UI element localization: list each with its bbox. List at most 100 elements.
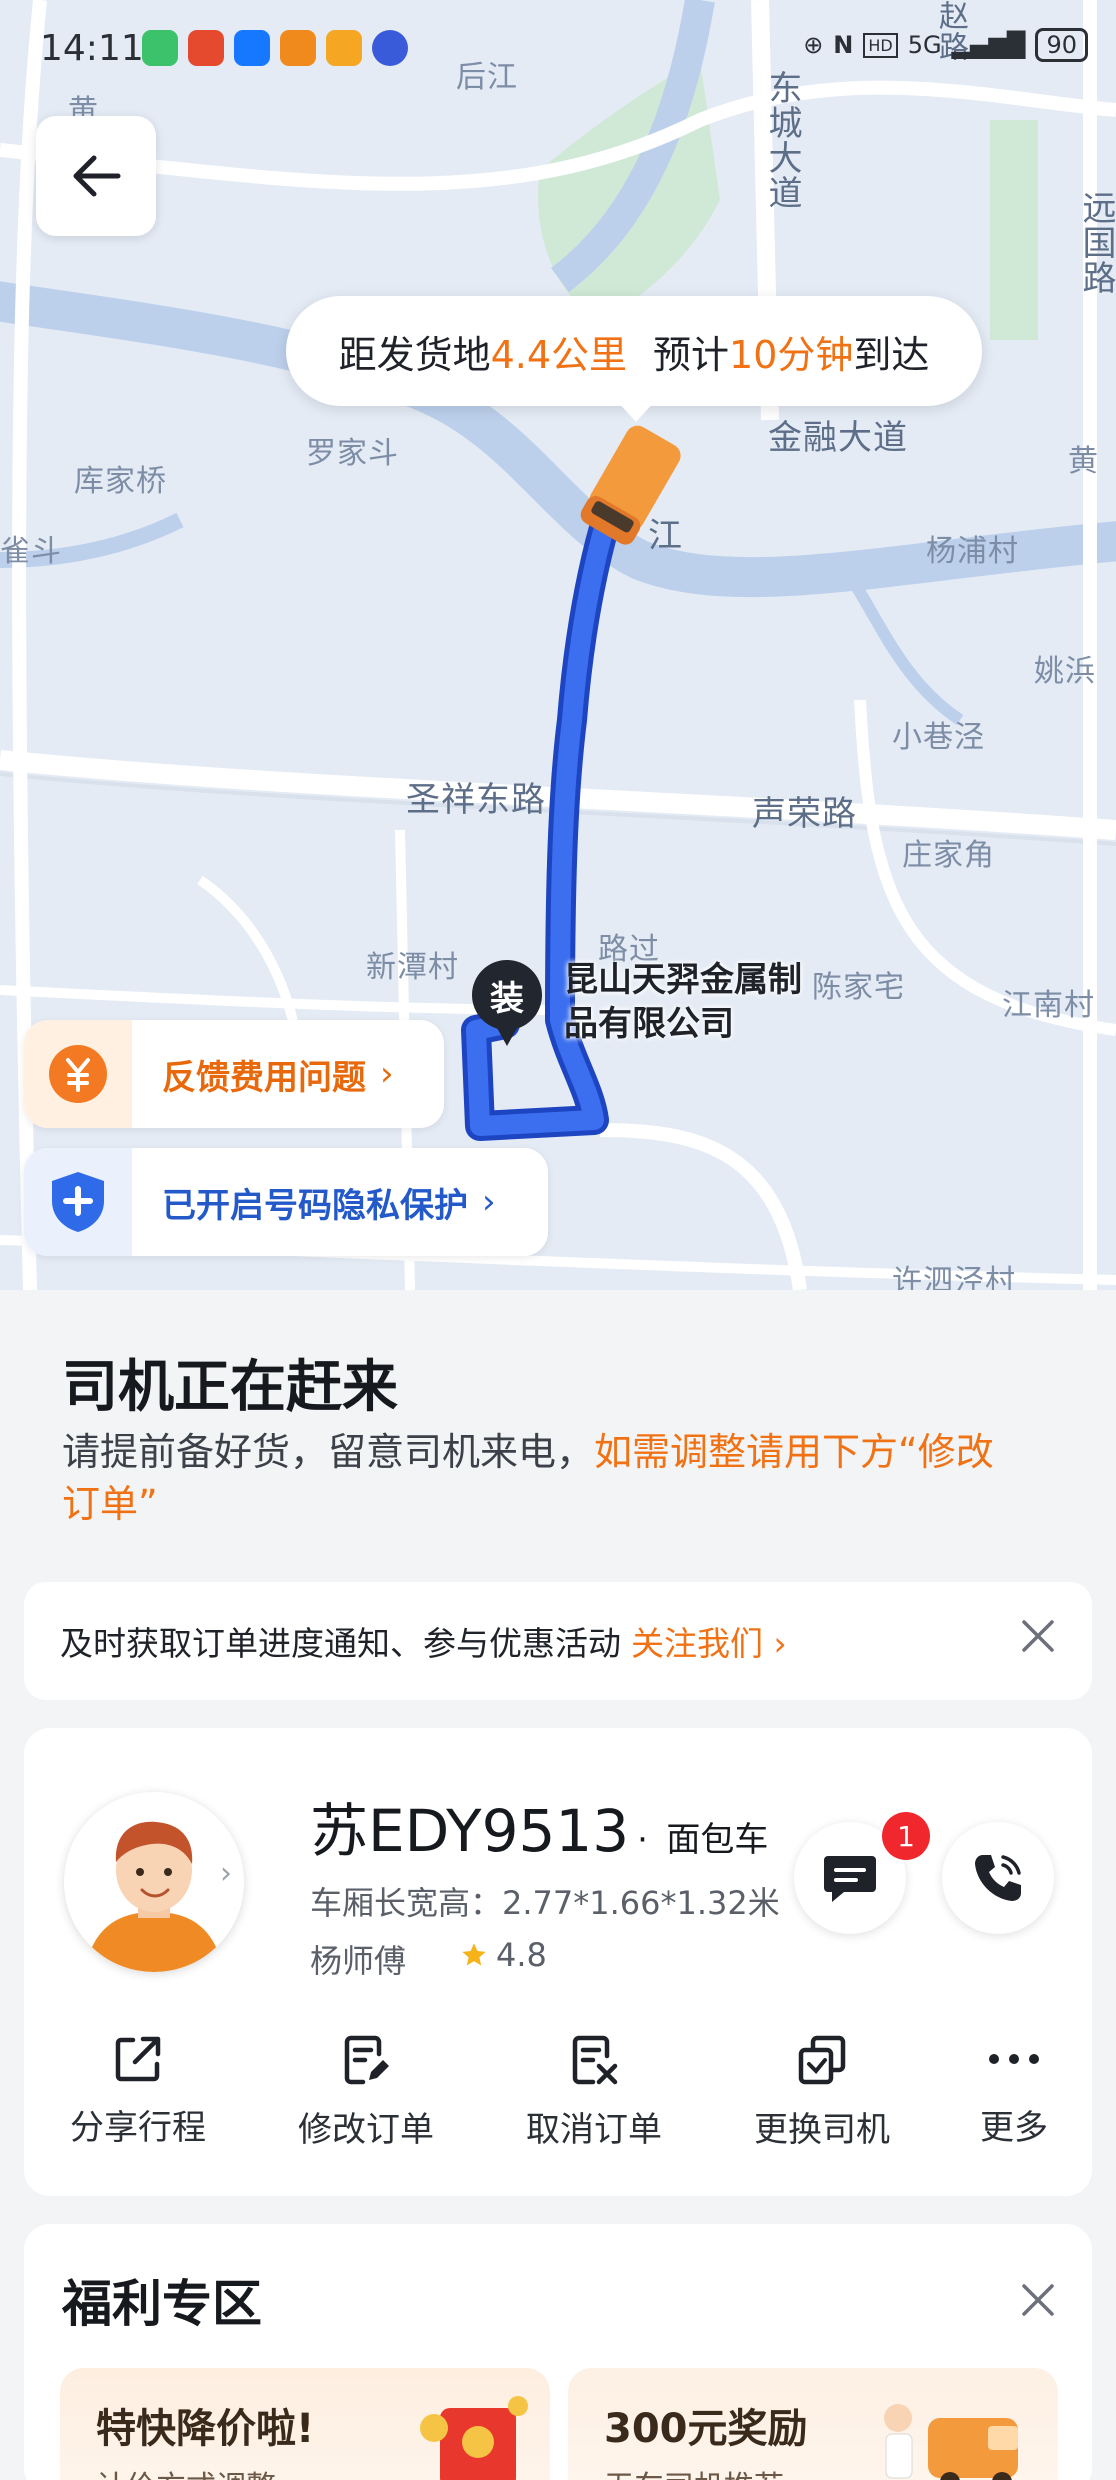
promo-card-referral[interactable]: 300元奖励 无车司机推荐 — [568, 2368, 1058, 2480]
eta-bubble-tail — [618, 402, 654, 422]
edit-order-label: 修改订单 — [298, 2110, 434, 2150]
app-red-icon — [188, 30, 224, 66]
vehicle-type: 面包车 — [666, 1820, 769, 1860]
follow-us-link[interactable]: 关注我们 › — [631, 1617, 787, 1665]
change-driver-label: 更换司机 — [754, 2110, 890, 2150]
map-label-luojiadou: 罗家斗 — [306, 436, 399, 471]
promo-subtitle: 无车司机推荐 — [604, 2462, 784, 2480]
data-saver-icon: ⊕ — [803, 31, 824, 59]
map-label-yaobang: 姚浜 — [1034, 654, 1096, 689]
vehicle-plate: 苏EDY9513 — [310, 1797, 630, 1865]
load-location-name: 昆山天羿金属制 品有限公司 — [564, 958, 802, 1046]
driver-rating: 4.8 — [460, 1936, 547, 1974]
load-location-pin[interactable]: 装 — [472, 960, 542, 1046]
more-label: 更多 — [980, 2108, 1048, 2148]
status-app-icons — [142, 30, 408, 66]
app-bus-icon — [280, 30, 316, 66]
map-label-xintan: 新潭村 — [366, 950, 459, 985]
cancel-order-button[interactable]: 取消订单 — [480, 2034, 708, 2151]
load-name-line2: 品有限公司 — [564, 1004, 734, 1044]
chevron-right-icon: › — [380, 1054, 394, 1094]
status-subtitle-text: 请提前备好货，留意司机来电， — [62, 1430, 595, 1474]
phone-icon — [975, 1855, 1021, 1901]
map-label-kujiaqiao: 库家桥 — [74, 464, 167, 499]
map-label-zhuangjiajiao: 庄家角 — [902, 838, 995, 873]
more-button[interactable]: 更多 — [936, 2034, 1092, 2151]
status-bar: 14:11 ⊕ N HD 5G ▂▄▆█ 90 — [0, 0, 1116, 100]
eta-prefix: 距发货地 — [338, 332, 491, 377]
edit-order-button[interactable]: 修改订单 — [252, 2034, 480, 2151]
map-label-chenjiazhai: 陈家宅 — [812, 970, 905, 1005]
map-label-yuanguo: 远国路 — [1076, 190, 1116, 295]
alipay-icon — [234, 30, 270, 66]
cabin-dimensions: 车厢长宽高：2.77*1.66*1.32米 — [310, 1884, 780, 1922]
map-view[interactable]: 后江 东城大道 远国路 金融大道 黄 黄 赵路 罗家斗 库家桥 雀斗 江 杨浦村… — [0, 0, 1116, 1290]
app-planet-icon — [372, 30, 408, 66]
eta-distance: 4.4公里 — [490, 332, 628, 377]
share-icon — [115, 2036, 161, 2082]
driver-name: 杨师傅 — [310, 1942, 407, 1980]
red-envelope-icon — [420, 2396, 528, 2480]
status-indicators: ⊕ N HD 5G ▂▄▆█ 90 — [803, 28, 1088, 62]
eta-suffix: 到达 — [853, 332, 930, 377]
signal-icon: ▂▄▆█ — [951, 31, 1026, 59]
promo-subtitle: 计价方式调整 — [96, 2462, 276, 2480]
unread-badge: 1 — [882, 1812, 930, 1860]
close-icon[interactable] — [1020, 2282, 1056, 2318]
network-label: 5G — [907, 31, 942, 59]
promo-card-price-drop[interactable]: 特快降价啦! 计价方式调整 — [60, 2368, 550, 2480]
load-name-line1: 昆山天羿金属制 — [564, 960, 802, 1000]
call-button[interactable] — [942, 1822, 1054, 1934]
welfare-title: 福利专区 — [62, 2275, 262, 2333]
order-status-subtitle: 请提前备好货，留意司机来电，如需调整请用下方“修改订单” — [62, 1426, 1022, 1530]
shield-icon — [52, 1172, 104, 1232]
share-trip-button[interactable]: 分享行程 — [24, 2034, 252, 2151]
map-label-shengrong: 声荣路 — [752, 794, 857, 834]
chevron-right-icon[interactable]: › — [220, 1856, 232, 1891]
order-actions-bar: 分享行程 修改订单 取消订单 更换司机 更多 — [24, 2034, 1092, 2151]
hd-icon: HD — [863, 32, 898, 58]
driver-card: › 苏EDY9513 · 面包车 车厢长宽高：2.77*1.66*1.32米 杨师… — [24, 1728, 1092, 2196]
notify-text: 及时获取订单进度通知、参与优惠活动 — [60, 1624, 621, 1663]
cancel-order-label: 取消订单 — [526, 2110, 662, 2150]
fee-feedback-label: 反馈费用问题 — [162, 1057, 366, 1098]
follow-notify-banner[interactable]: 及时获取订单进度通知、参与优惠活动 关注我们 › — [24, 1582, 1092, 1700]
eta-time: 10分钟 — [729, 332, 854, 377]
back-button[interactable] — [36, 116, 156, 236]
edit-order-icon — [344, 2035, 389, 2085]
nfc-icon: N — [833, 31, 854, 59]
app-orange-icon — [326, 30, 362, 66]
map-label-xiaoxiangjing: 小巷泾 — [892, 720, 985, 755]
chat-icon — [824, 1856, 876, 1902]
order-status-title: 司机正在赶来 — [62, 1355, 398, 1420]
order-bottom-sheet[interactable]: 司机正在赶来 请提前备好货，留意司机来电，如需调整请用下方“修改订单” 及时获取… — [0, 1290, 1116, 2480]
promo-title: 300元奖励 — [604, 2406, 808, 2452]
welfare-section: 福利专区 特快降价啦! 计价方式调整 300元奖励 无车司机推荐 — [24, 2224, 1092, 2480]
eta-bubble: 距发货地 4.4公里 预计 10分钟 到达 — [286, 296, 982, 406]
rating-value: 4.8 — [496, 1936, 547, 1974]
vehicle-plate-row: 苏EDY9513 · 面包车 — [310, 1784, 768, 1868]
privacy-protection-label: 已开启号码隐私保护 — [162, 1185, 468, 1226]
share-trip-label: 分享行程 — [70, 2108, 206, 2148]
map-label-jiangnan: 江南村 — [1002, 988, 1095, 1023]
swap-driver-icon — [798, 2035, 846, 2085]
chevron-right-icon: › — [482, 1182, 496, 1222]
map-label-shengxiang: 圣祥东路 — [406, 780, 546, 820]
status-time: 14:11 — [40, 28, 144, 69]
eta-mid: 预计 — [653, 332, 730, 377]
truck-promo-illustration — [884, 2404, 1018, 2480]
battery-indicator: 90 — [1035, 28, 1088, 62]
fee-feedback-chip[interactable]: 反馈费用问题 › — [24, 1020, 444, 1128]
map-label-quedou: 雀斗 — [0, 534, 62, 569]
change-driver-button[interactable]: 更换司机 — [708, 2034, 936, 2151]
wechat-icon — [142, 30, 178, 66]
map-label-jiang: 江 — [648, 516, 683, 556]
privacy-protection-chip[interactable]: 已开启号码隐私保护 › — [24, 1148, 548, 1256]
map-label-jinrong: 金融大道 — [768, 418, 908, 458]
close-icon[interactable] — [1020, 1618, 1056, 1654]
driver-avatar[interactable] — [64, 1792, 244, 1972]
yuan-icon — [49, 1045, 107, 1103]
more-icon — [989, 2054, 1039, 2064]
driver-avatar-illustration — [64, 1792, 244, 1972]
map-label-yangpu: 杨浦村 — [926, 534, 1019, 569]
